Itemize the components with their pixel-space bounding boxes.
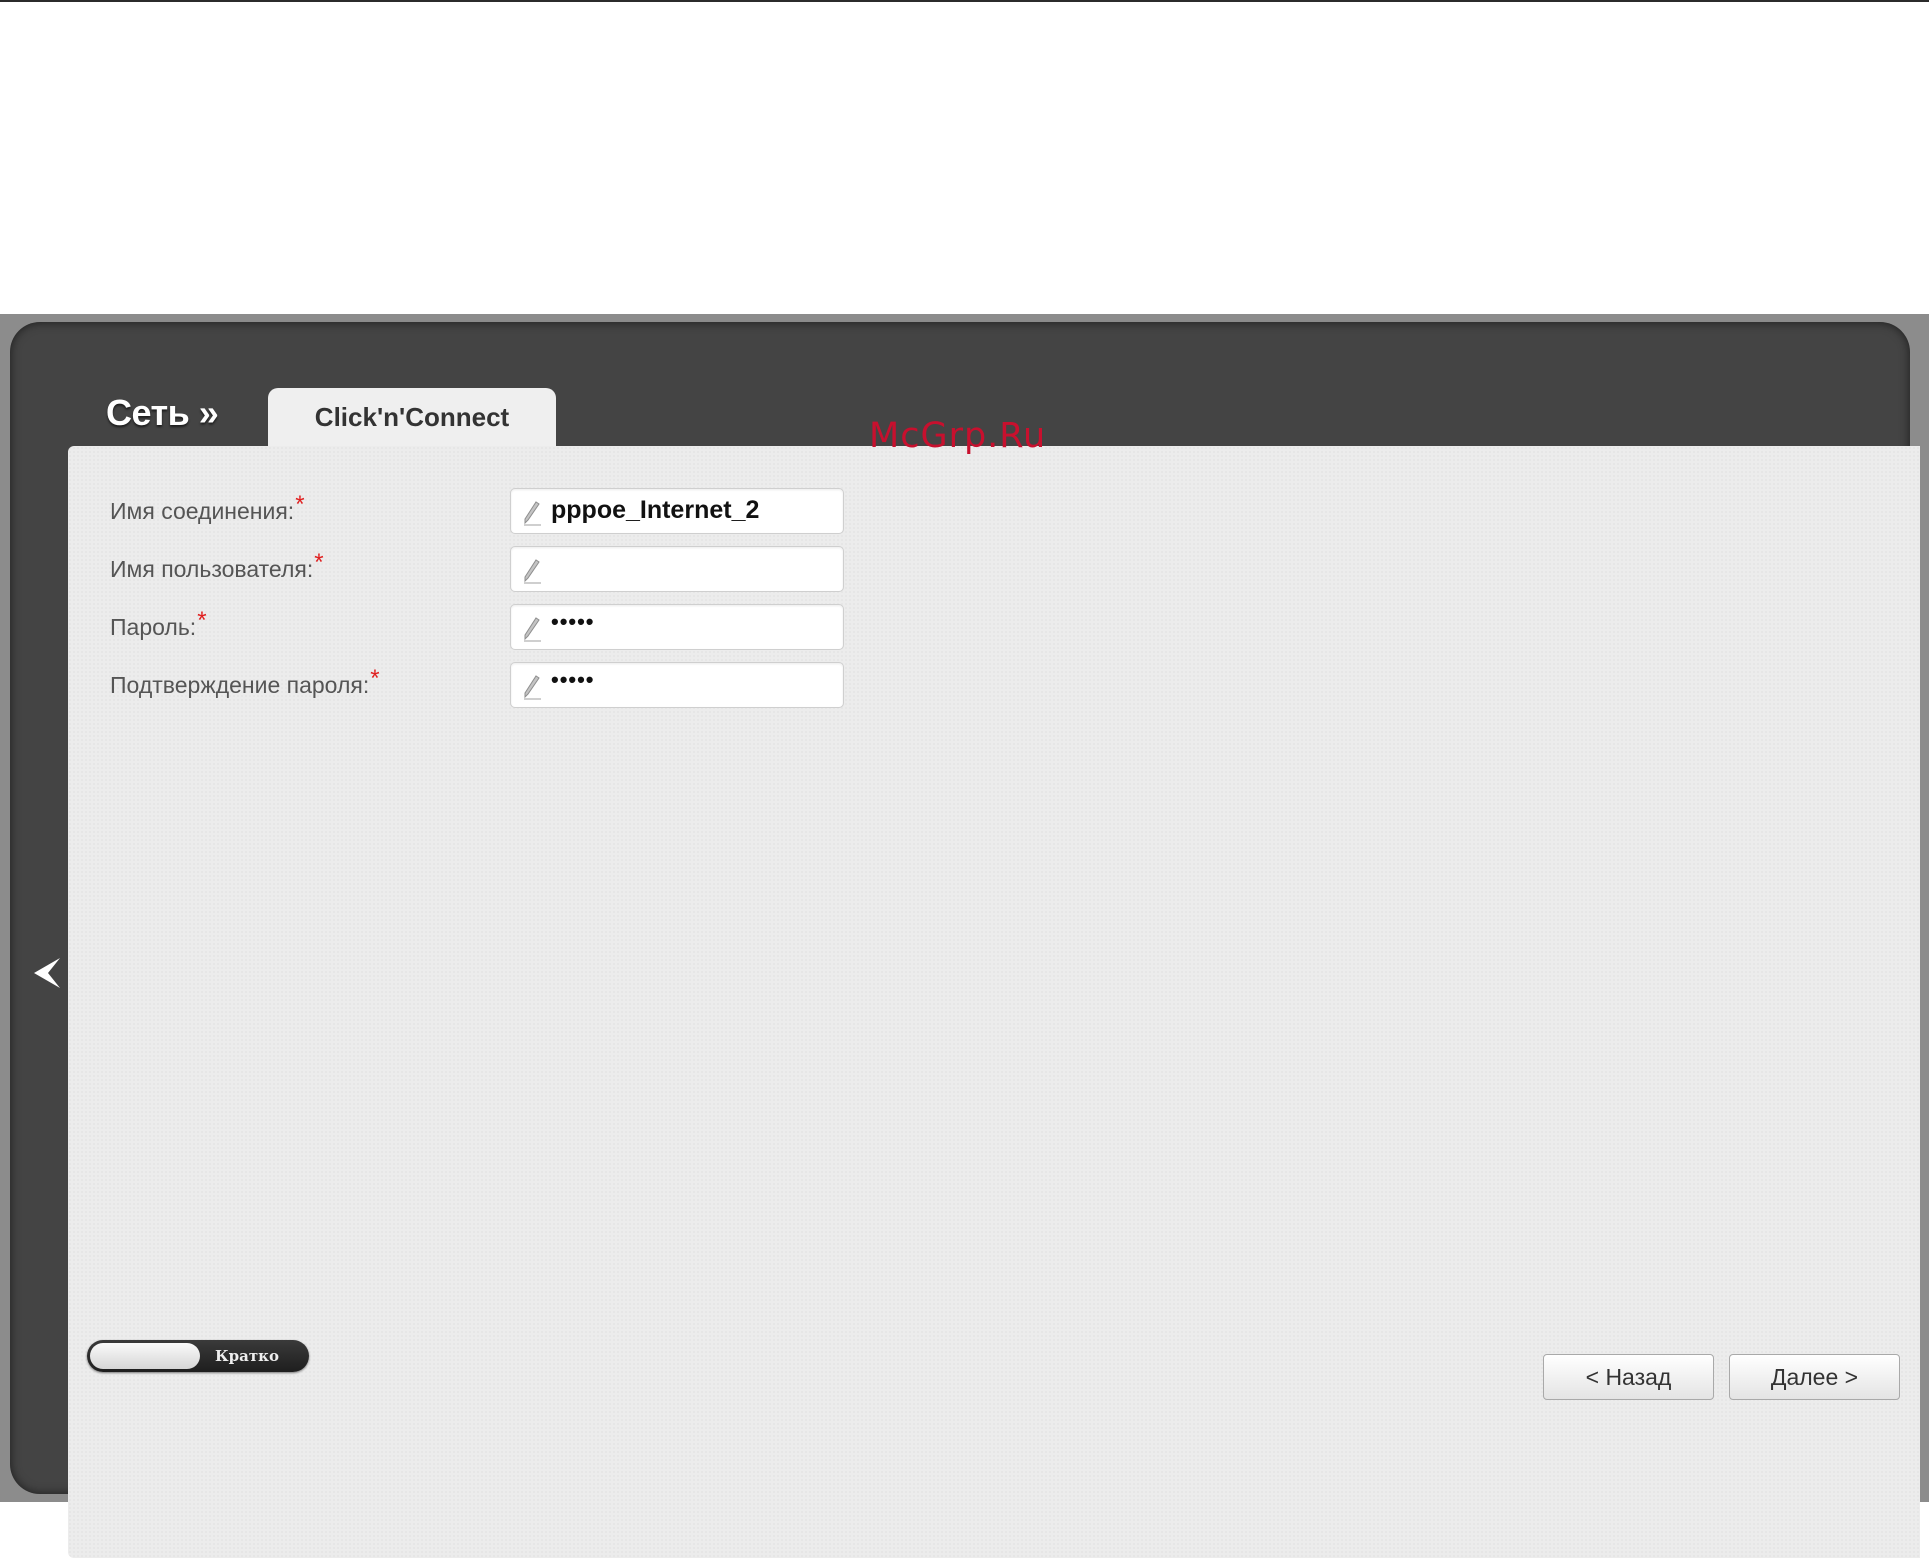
password-value: ••••• xyxy=(551,609,595,634)
connection-name-field[interactable]: pppoe_Internet_2 xyxy=(510,488,844,534)
form-row-connection-name: Имя соединения:* pppoe_Internet_2 xyxy=(68,488,1068,538)
password-confirm-value: ••••• xyxy=(551,667,595,692)
required-mark: * xyxy=(370,665,380,692)
device-frame: Сеть » Click'n'Connect Имя соединения:* … xyxy=(0,314,1929,1558)
pencil-icon xyxy=(524,559,541,584)
connection-name-value: pppoe_Internet_2 xyxy=(551,496,760,524)
frame-body: Сеть » Click'n'Connect Имя соединения:* … xyxy=(10,322,1920,1558)
next-button[interactable]: Далее > xyxy=(1729,1354,1900,1400)
required-mark: * xyxy=(295,491,305,518)
pencil-icon xyxy=(524,617,541,642)
password-confirm-label: Подтверждение пароля:* xyxy=(110,665,380,698)
toggle-label: Кратко xyxy=(215,1347,279,1365)
mode-toggle[interactable]: Кратко xyxy=(87,1340,309,1372)
form-row-password-confirm: Подтверждение пароля:* ••••• xyxy=(68,662,1068,712)
required-mark: * xyxy=(197,607,207,634)
chevron-left-icon[interactable] xyxy=(32,956,62,990)
tab-clicknconnect[interactable]: Click'n'Connect xyxy=(268,388,556,450)
pencil-icon xyxy=(524,501,541,526)
form-row-username: Имя пользователя:* xyxy=(68,546,1068,596)
form-row-password: Пароль:* ••••• xyxy=(68,604,1068,654)
toggle-knob[interactable] xyxy=(90,1343,200,1369)
pencil-icon xyxy=(524,675,541,700)
connection-name-label: Имя соединения:* xyxy=(110,491,305,524)
password-field[interactable]: ••••• xyxy=(510,604,844,650)
username-field[interactable] xyxy=(510,546,844,592)
username-label: Имя пользователя:* xyxy=(110,549,324,582)
required-mark: * xyxy=(314,549,324,576)
watermark: McGrp.Ru xyxy=(869,416,1047,456)
password-label: Пароль:* xyxy=(110,607,207,640)
top-rule xyxy=(0,0,1929,2)
section-title: Сеть » xyxy=(106,392,219,433)
password-confirm-field[interactable]: ••••• xyxy=(510,662,844,708)
back-button[interactable]: < Назад xyxy=(1543,1354,1714,1400)
